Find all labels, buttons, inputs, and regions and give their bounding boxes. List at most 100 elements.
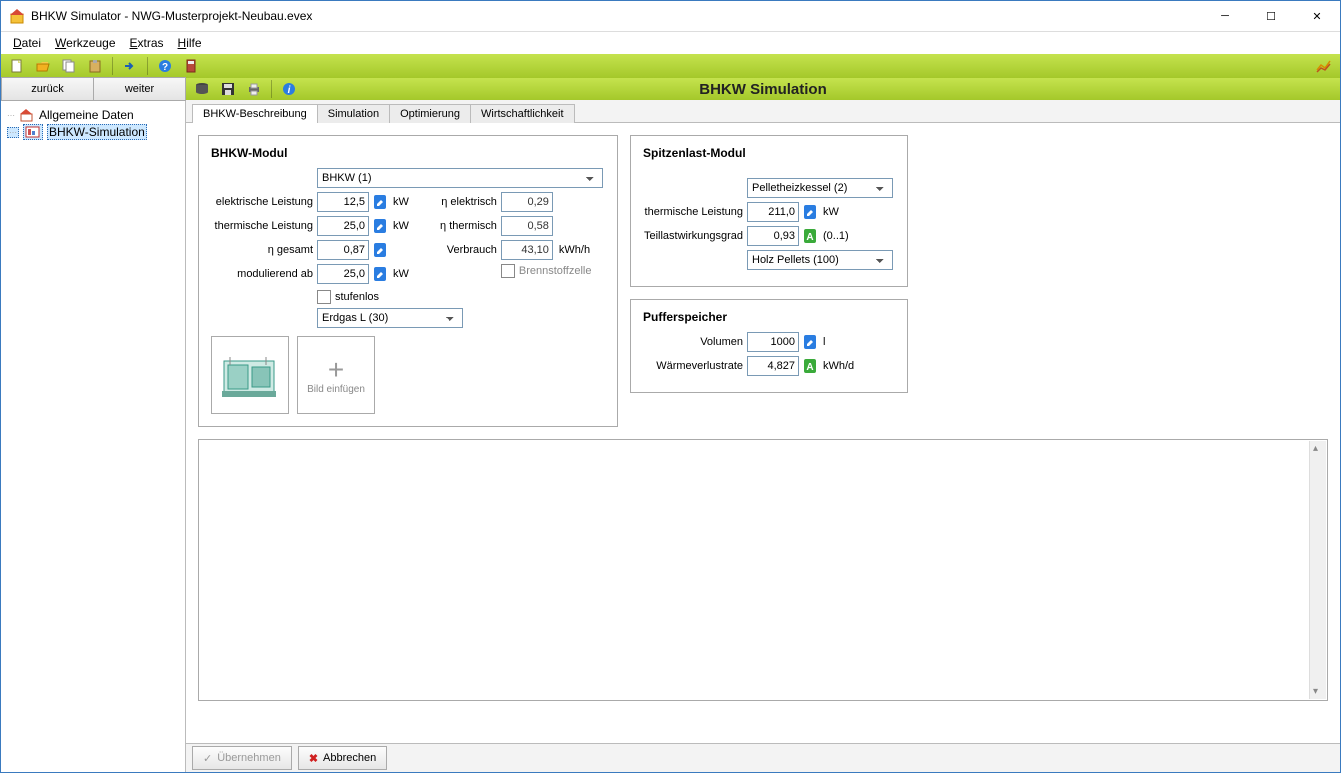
panel-title: Spitzenlast-Modul bbox=[643, 146, 895, 160]
brennstoffzelle-label: Brennstoffzelle bbox=[519, 265, 592, 277]
window-title: BHKW Simulator - NWG-Musterprojekt-Neuba… bbox=[31, 9, 1202, 23]
bhkw-field: η thermisch bbox=[427, 216, 592, 236]
calculator-icon[interactable] bbox=[179, 55, 203, 77]
field-input[interactable] bbox=[317, 192, 369, 212]
header-toolbar: i bbox=[186, 78, 305, 100]
field-input[interactable] bbox=[317, 264, 369, 284]
spitze-field: TeillastwirkungsgradA(0..1) bbox=[643, 226, 895, 246]
toolbar-separator bbox=[112, 57, 113, 75]
unit-label: kW bbox=[393, 220, 409, 232]
spitze-field: thermische Leistung kW bbox=[643, 202, 895, 222]
nav-tree: ⋯Allgemeine Daten⋯BHKW-Simulation bbox=[1, 101, 185, 772]
spitze-fuel-select[interactable]: Holz Pellets (100) bbox=[747, 250, 893, 270]
tree-label: Allgemeine Daten bbox=[39, 108, 134, 122]
edit-icon[interactable] bbox=[373, 241, 387, 259]
apply-button[interactable]: ✓ Übernehmen bbox=[192, 746, 292, 770]
brennstoffzelle-checkbox[interactable] bbox=[501, 264, 515, 278]
close-button[interactable]: ✕ bbox=[1294, 2, 1340, 31]
page-title: BHKW Simulation bbox=[186, 81, 1340, 98]
edit-icon[interactable] bbox=[803, 203, 817, 221]
tab[interactable]: Optimierung bbox=[389, 104, 471, 123]
svg-text:?: ? bbox=[162, 62, 168, 73]
puffer-field: Volumenl bbox=[643, 332, 895, 352]
tree-node[interactable]: ⋯Allgemeine Daten bbox=[5, 107, 181, 123]
open-file-icon[interactable] bbox=[31, 55, 55, 77]
field-label: elektrische Leistung bbox=[211, 196, 313, 208]
bhkw-select[interactable]: BHKW (1) bbox=[317, 168, 603, 188]
minimize-button[interactable]: ─ bbox=[1202, 2, 1248, 31]
body: zurück weiter ⋯Allgemeine Daten⋯BHKW-Sim… bbox=[1, 78, 1340, 772]
image-row: + Bild einfügen bbox=[211, 336, 605, 414]
unit-label: kW bbox=[823, 206, 839, 218]
panel-spitzenlast: Spitzenlast-Modul Pelletheizkessel (2) t… bbox=[630, 135, 908, 287]
field-label: η elektrisch bbox=[427, 196, 497, 208]
field-label: thermische Leistung bbox=[643, 206, 743, 218]
tab[interactable]: Wirtschaftlichkeit bbox=[470, 104, 575, 123]
auto-icon[interactable]: A bbox=[803, 357, 817, 375]
field-label: Volumen bbox=[643, 336, 743, 348]
new-file-icon[interactable] bbox=[5, 55, 29, 77]
field-label: thermische Leistung bbox=[211, 220, 313, 232]
field-label: Verbrauch bbox=[427, 244, 497, 256]
db-icon[interactable] bbox=[190, 78, 214, 100]
bhkw-two-col: elektrische LeistungkWthermische Leistun… bbox=[211, 192, 605, 288]
field-input[interactable] bbox=[317, 240, 369, 260]
scrollbar[interactable] bbox=[1309, 441, 1326, 699]
forward-button[interactable]: weiter bbox=[93, 77, 186, 101]
tab[interactable]: BHKW-Beschreibung bbox=[192, 104, 318, 123]
menubar: DateiWerkzeugeExtrasHilfe bbox=[1, 32, 1340, 54]
content-area: BHKW-Modul BHKW (1) elektrische Leistung… bbox=[186, 123, 1340, 743]
back-button[interactable]: zurück bbox=[1, 77, 94, 101]
cancel-button[interactable]: ✖ Abbrechen bbox=[298, 746, 387, 770]
footer-bar: ✓ Übernehmen ✖ Abbrechen bbox=[186, 743, 1340, 772]
add-image-button[interactable]: + Bild einfügen bbox=[297, 336, 375, 414]
bhkw-fuel-select[interactable]: Erdgas L (30) bbox=[317, 308, 463, 328]
menu-werkzeuge[interactable]: Werkzeuge bbox=[49, 34, 121, 52]
bhkw-field: η elektrisch bbox=[427, 192, 592, 212]
help-icon[interactable]: ? bbox=[153, 55, 177, 77]
spitze-select[interactable]: Pelletheizkessel (2) bbox=[747, 178, 893, 198]
edit-icon[interactable] bbox=[373, 217, 387, 235]
menu-hilfe[interactable]: Hilfe bbox=[172, 34, 208, 52]
bhkw-image-thumb[interactable] bbox=[211, 336, 289, 414]
field-input[interactable] bbox=[747, 202, 799, 222]
save-icon[interactable] bbox=[216, 78, 240, 100]
tree-icon bbox=[23, 124, 43, 140]
panel-title: Pufferspeicher bbox=[643, 310, 895, 324]
paste-icon[interactable] bbox=[83, 55, 107, 77]
header-band: i BHKW Simulation bbox=[186, 78, 1340, 100]
tree-node[interactable]: ⋯BHKW-Simulation bbox=[5, 123, 181, 141]
print-icon[interactable] bbox=[242, 78, 266, 100]
bhkw-field: VerbrauchkWh/h bbox=[427, 240, 592, 260]
menu-datei[interactable]: Datei bbox=[7, 34, 47, 52]
copy-icon[interactable] bbox=[57, 55, 81, 77]
left-column: zurück weiter ⋯Allgemeine Daten⋯BHKW-Sim… bbox=[1, 78, 186, 772]
panel-puffer: Pufferspeicher Volumenl Wärmeverlustrate A… bbox=[630, 299, 908, 393]
panel-title: BHKW-Modul bbox=[211, 146, 605, 160]
field-label: modulierend ab bbox=[211, 268, 313, 280]
unit-label: kW bbox=[393, 268, 409, 280]
field-label: Teillastwirkungsgrad bbox=[643, 230, 743, 242]
main-toolbar: ? bbox=[1, 54, 1340, 78]
maximize-button[interactable]: ☐ bbox=[1248, 2, 1294, 31]
field-label: Wärmeverlustrate bbox=[643, 360, 743, 372]
edit-icon[interactable] bbox=[373, 265, 387, 283]
notes-area[interactable] bbox=[198, 439, 1328, 701]
right-panels-col: Spitzenlast-Modul Pelletheizkessel (2) t… bbox=[630, 135, 908, 393]
field-input bbox=[501, 216, 553, 236]
bhkw-field: thermische Leistung kW bbox=[211, 216, 409, 236]
edit-icon[interactable] bbox=[803, 333, 817, 351]
edit-icon[interactable] bbox=[373, 193, 387, 211]
field-input bbox=[747, 356, 799, 376]
tab[interactable]: Simulation bbox=[317, 104, 390, 123]
menu-extras[interactable]: Extras bbox=[124, 34, 170, 52]
chart-icon[interactable] bbox=[1312, 55, 1336, 77]
field-input bbox=[501, 192, 553, 212]
export-icon[interactable] bbox=[118, 55, 142, 77]
field-input[interactable] bbox=[317, 216, 369, 236]
stufenlos-checkbox[interactable] bbox=[317, 290, 331, 304]
auto-icon[interactable]: A bbox=[803, 227, 817, 245]
field-input[interactable] bbox=[747, 332, 799, 352]
info-icon[interactable]: i bbox=[277, 78, 301, 100]
tree-icon bbox=[19, 108, 35, 122]
